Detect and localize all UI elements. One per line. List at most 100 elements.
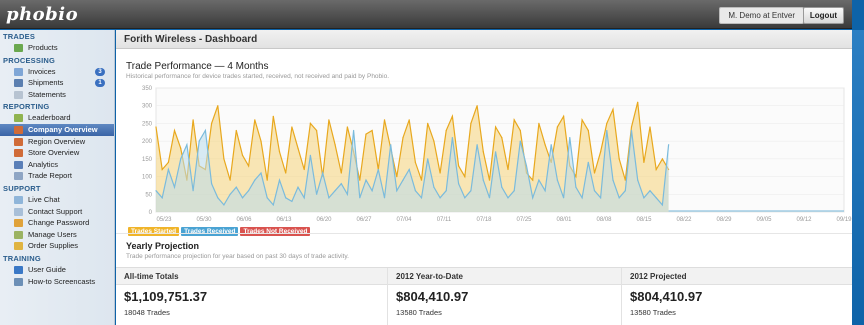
series-trades-received-point (396, 190, 398, 192)
series-trades-received-point (451, 137, 453, 139)
series-trades-received-point (470, 190, 472, 192)
series-trades-received-point (340, 183, 342, 185)
series-trades-started-point (235, 129, 237, 132)
sidebar-item-company-overview[interactable]: Company Overview (0, 123, 114, 136)
series-trades-started-point (501, 137, 503, 139)
series-trades-received-point (248, 190, 250, 192)
sidebar-item-label: Manage Users (28, 229, 77, 239)
sidebar-item-live-chat[interactable]: Live Chat (0, 194, 114, 206)
series-trades-received-point (630, 129, 633, 132)
sidebar-item-invoices[interactable]: Invoices 3 (0, 66, 114, 78)
series-trades-started-point (334, 144, 336, 146)
sidebar-item-label: Store Overview (28, 148, 80, 158)
sidebar-item-user-guide[interactable]: User Guide (0, 264, 114, 276)
series-trades-received-point (334, 190, 336, 192)
y-tick-label: 150 (142, 157, 153, 163)
series-trades-received-point (408, 168, 410, 171)
projection-header: All-time Totals (116, 268, 387, 285)
x-tick-label: 06/20 (316, 217, 332, 223)
logout-button[interactable]: Logout (802, 7, 844, 24)
projection-subtitle: Trade performance projection for year ba… (126, 253, 349, 260)
sidebar-item-label: Statements (28, 89, 66, 99)
sidebar-item-trade-report[interactable]: Trade Report (0, 170, 114, 182)
series-trades-started-point (402, 137, 404, 139)
series-trades-started-point (383, 119, 386, 121)
series-trades-received-point (556, 179, 558, 181)
y-tick-label: 350 (142, 86, 153, 92)
series-trades-started-point (340, 172, 342, 174)
x-tick-label: 08/01 (556, 217, 572, 223)
series-trades-started-point (161, 168, 163, 171)
x-tick-label: 08/15 (636, 217, 652, 223)
series-trades-started-point (211, 122, 213, 124)
sidebar-item-region-overview[interactable]: Region Overview (0, 136, 114, 148)
sidebar-item-order-supplies[interactable]: Order Supplies (0, 240, 114, 252)
series-trades-received-point (402, 179, 404, 181)
sidebar-item-leaderboard[interactable]: Leaderboard (0, 112, 114, 124)
projection-col-alltime: All-time Totals $1,109,751.37 18048 Trad… (116, 268, 388, 325)
lock-icon (14, 219, 23, 228)
series-trades-received-point (519, 140, 521, 142)
series-trades-received-point (637, 179, 639, 181)
sidebar-item-contact-support[interactable]: Contact Support (0, 206, 114, 218)
series-trades-started-point (439, 172, 441, 174)
series-trades-started-point (606, 122, 608, 124)
sidebar-item-change-password[interactable]: Change Password (0, 217, 114, 229)
sidebar-item-label: Region Overview (28, 136, 86, 146)
sidebar-item-label: Invoices (28, 66, 56, 76)
sidebar-item-analytics[interactable]: Analytics (0, 159, 114, 171)
series-trades-received-point (433, 186, 435, 188)
series-trades-received-point (661, 204, 664, 206)
sidebar-item-shipments[interactable]: Shipments 1 (0, 77, 114, 89)
sidebar-item-statements[interactable]: Statements (0, 89, 114, 101)
series-trades-started-point (303, 168, 305, 171)
series-trades-received-point (167, 168, 169, 171)
series-trades-started-point (414, 161, 416, 163)
y-tick-label: 250 (142, 121, 153, 127)
x-tick-label: 07/25 (516, 217, 532, 223)
sidebar-item-manage-users[interactable]: Manage Users (0, 229, 114, 241)
legend-trades-not-received[interactable]: Trades Not Received (240, 227, 311, 236)
legend-trades-received[interactable]: Trades Received (181, 227, 239, 236)
projection-title: Yearly Projection (126, 241, 200, 251)
x-tick-label: 08/08 (596, 217, 612, 223)
series-trades-received-point (223, 204, 225, 206)
series-trades-received-point (495, 151, 497, 153)
y-tick-label: 200 (142, 139, 153, 145)
series-trades-started-point (495, 126, 497, 128)
chat-icon (14, 195, 23, 204)
y-tick-label: 100 (142, 175, 153, 181)
series-trades-received-point (229, 193, 231, 195)
top-bar: phobio M. Demo at Entver Logout (0, 0, 852, 29)
series-trades-started-point (581, 119, 583, 121)
x-tick-label: 09/05 (756, 217, 772, 223)
series-trades-received-point (180, 158, 182, 160)
sidebar-item-products[interactable]: Products (0, 42, 114, 54)
series-trades-received-point (476, 144, 478, 146)
sidebar-item-label: Products (28, 43, 58, 52)
sidebar-item-store-overview[interactable]: Store Overview (0, 147, 114, 159)
series-trades-received-point (383, 197, 386, 199)
projection-table: All-time Totals $1,109,751.37 18048 Trad… (116, 267, 852, 325)
series-trades-started-point (223, 158, 225, 160)
series-trades-received-point (464, 197, 466, 199)
series-trades-started-point (229, 179, 231, 181)
series-trades-received-point (390, 144, 392, 146)
series-trades-received-point (587, 161, 589, 163)
series-trades-started-point (180, 147, 182, 149)
series-trades-received-point (532, 197, 534, 199)
series-trades-received-point (513, 190, 515, 192)
series-trades-started-point (297, 147, 299, 149)
series-trades-received-point (581, 197, 583, 199)
user-account[interactable]: M. Demo at Entver (719, 7, 804, 24)
chart-title: Trade Performance — 4 Months (126, 61, 269, 72)
series-trades-received-point (550, 144, 552, 146)
sidebar-item-how-to-screencasts[interactable]: How-to Screencasts (0, 276, 114, 288)
legend-trades-started[interactable]: Trades Started (128, 227, 180, 236)
sidebar: TRADES Products PROCESSING Invoices 3 Shipmen… (0, 30, 115, 325)
series-trades-received-point (198, 140, 200, 142)
count-badge: 3 (95, 67, 105, 76)
series-trades-received-point (346, 193, 348, 195)
series-trades-received-point (217, 197, 219, 199)
sidebar-item-label: Change Password (28, 218, 90, 228)
